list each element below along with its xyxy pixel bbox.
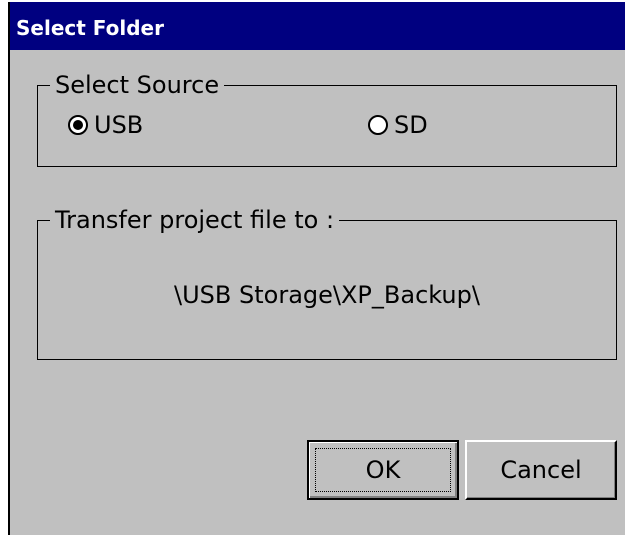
- destination-path: \USB Storage\XP_Backup\: [174, 281, 480, 309]
- transfer-destination-legend: Transfer project file to :: [50, 205, 340, 235]
- usb-radio[interactable]: USB: [68, 110, 143, 140]
- title-bar[interactable]: Select Folder: [10, 2, 625, 50]
- ok-button[interactable]: OK: [307, 440, 459, 500]
- cancel-button-label[interactable]: Cancel: [500, 456, 581, 484]
- sd-radio-indicator[interactable]: [368, 115, 388, 135]
- select-source-legend: Select Source: [50, 70, 225, 100]
- sd-radio-label[interactable]: SD: [394, 110, 428, 140]
- cancel-button[interactable]: Cancel: [465, 440, 617, 500]
- ok-button-focus-ring: [315, 448, 451, 492]
- transfer-destination-group: Transfer project file to : \USB Storage\…: [37, 205, 617, 360]
- sd-radio[interactable]: SD: [368, 110, 428, 140]
- window-title: Select Folder: [16, 16, 164, 40]
- usb-radio-indicator[interactable]: [68, 115, 88, 135]
- select-source-group: Select Source USB SD: [37, 70, 617, 167]
- usb-radio-label[interactable]: USB: [94, 110, 143, 140]
- select-folder-dialog: Select Folder Select Source USB SD Trans…: [8, 2, 625, 535]
